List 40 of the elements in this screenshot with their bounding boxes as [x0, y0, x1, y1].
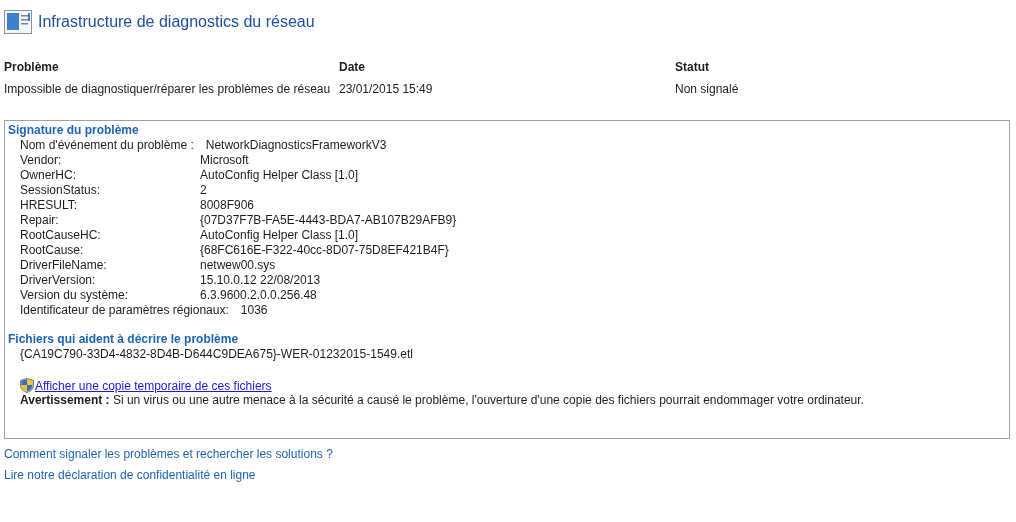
help-link[interactable]: Lire notre déclaration de confidentialité en ligne: [4, 468, 256, 482]
field-value: 15.10.0.12 22/08/2013: [200, 273, 321, 288]
field-value: AutoConfig Helper Class [1.0]: [200, 168, 359, 183]
field-label: DriverVersion:: [20, 273, 97, 288]
field-value: 1036: [240, 303, 268, 318]
field-label: Repair:: [20, 213, 60, 228]
summary-value: 23/01/2015 15:49: [339, 82, 434, 96]
view-files-link[interactable]: Afficher une copie temporaire de ces fichiers: [35, 378, 272, 393]
field-label: Identificateur de paramètres régionaux:: [20, 303, 230, 318]
field-label: Version du système:: [20, 288, 130, 303]
report-icon: [4, 10, 32, 34]
file-name: {CA19C790-33D4-4832-8D4B-D644C9DEA675}-WER-01232015-1549.etl: [19, 347, 414, 362]
column-header: Statut: [675, 60, 710, 74]
field-value: {07D37F7B-FA5E-4443-BDA7-AB107B29AFB9}: [200, 213, 457, 228]
field-label: OwnerHC:: [20, 168, 77, 183]
field-value: 8008F906: [200, 198, 255, 213]
summary-value: Impossible de diagnostiquer/réparer les problèmes de réseau: [4, 82, 332, 96]
column-header: Date: [339, 60, 366, 74]
field-label: HRESULT:: [20, 198, 79, 213]
field-label: SessionStatus:: [20, 183, 102, 198]
summary-value: Non signalé: [675, 82, 740, 96]
section-title: Signature du problème: [8, 123, 140, 138]
field-value: 2: [200, 183, 207, 198]
field-label: RootCause:: [20, 243, 85, 258]
field-value: {68FC616E-F322-40cc-8D07-75D8EF421B4F}: [200, 243, 449, 258]
shield-icon: [20, 378, 34, 393]
window-title: Infrastructure de diagnostics du réseau: [38, 13, 315, 31]
warning-text: Avertissement : Si un virus ou une autre menace à la sécurité a causé le problème, l'ouverture d'une copie des fichiers pourrait endommager votre ordinateur.: [19, 393, 865, 408]
field-label: Nom d'événement du problème :: [20, 138, 195, 153]
field-value: NetworkDiagnosticsFrameworkV3: [205, 138, 387, 153]
field-label: DriverFileName:: [20, 258, 108, 273]
field-value: netwew00.sys: [200, 258, 276, 273]
section-title: Fichiers qui aident à décrire le problème: [8, 332, 240, 347]
field-value: 6.3.9600.2.0.0.256.48: [200, 288, 317, 303]
help-link[interactable]: Comment signaler les problèmes et rechercher les solutions ?: [4, 447, 333, 461]
field-value: AutoConfig Helper Class [1.0]: [200, 228, 359, 243]
field-label: RootCauseHC:: [20, 228, 102, 243]
field-value: Microsoft: [200, 153, 249, 168]
column-header: Problème: [4, 60, 60, 74]
field-label: Vendor:: [20, 153, 63, 168]
